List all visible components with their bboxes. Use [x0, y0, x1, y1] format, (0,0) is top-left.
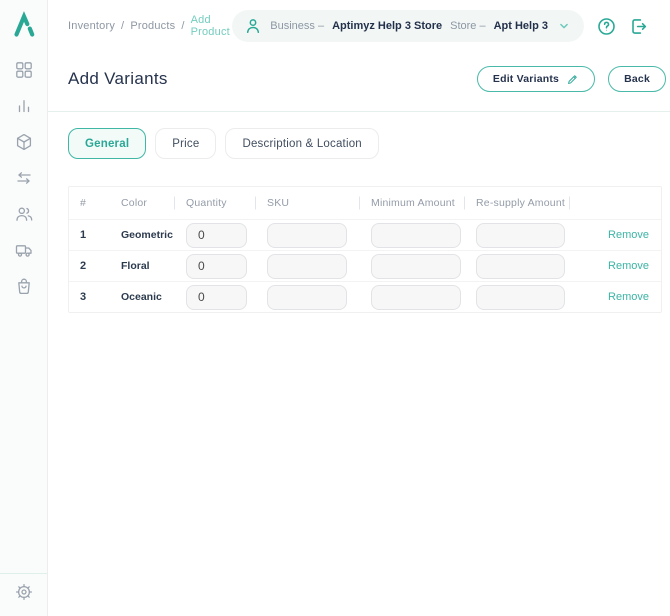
- variants-table: # Color Quantity SKU Minimum Amount Re-s…: [68, 186, 662, 313]
- column-header-resupply-amount: Re-supply Amount: [464, 197, 569, 209]
- row-color-label: Floral: [111, 260, 174, 272]
- row-index: 1: [69, 229, 111, 241]
- breadcrumb-separator: /: [121, 20, 124, 32]
- account-store-name: Apt Help 3: [494, 20, 548, 32]
- row-index: 2: [69, 260, 111, 272]
- breadcrumb-inventory[interactable]: Inventory: [68, 20, 115, 32]
- dashboard-icon: [15, 61, 33, 79]
- page-header-actions: Edit Variants Back: [477, 66, 666, 92]
- sidebar-item-orders[interactable]: [15, 277, 33, 295]
- logout-button[interactable]: [629, 17, 648, 36]
- column-header-minimum-amount: Minimum Amount: [359, 197, 464, 209]
- shopping-bag-icon: [15, 277, 33, 295]
- column-header-color: Color: [111, 197, 174, 209]
- minimum-amount-input[interactable]: [371, 254, 461, 279]
- edit-variants-label: Edit Variants: [493, 73, 559, 85]
- aptimyz-logo-icon: [11, 10, 37, 38]
- pencil-icon: [566, 73, 579, 86]
- back-button[interactable]: Back: [608, 66, 666, 92]
- breadcrumb-products[interactable]: Products: [130, 20, 175, 32]
- topbar: Inventory / Products / Add Product Busin…: [48, 0, 670, 52]
- truck-icon: [15, 241, 33, 259]
- swap-arrows-icon: [15, 169, 33, 187]
- user-icon: [244, 17, 262, 35]
- main-area: Inventory / Products / Add Product Busin…: [48, 0, 670, 616]
- tab-price[interactable]: Price: [155, 128, 216, 159]
- package-cube-icon: [15, 133, 33, 151]
- breadcrumb-add-product: Add Product: [191, 14, 233, 38]
- sidebar-item-products[interactable]: [15, 133, 33, 151]
- row-index: 3: [69, 291, 111, 303]
- resupply-amount-input[interactable]: [476, 285, 565, 310]
- people-icon: [15, 205, 33, 223]
- sku-input[interactable]: [267, 254, 347, 279]
- account-business-label: Business –: [270, 20, 324, 32]
- back-label: Back: [624, 73, 650, 85]
- tab-general[interactable]: General: [68, 128, 146, 159]
- logout-icon: [629, 17, 648, 36]
- remove-row-link[interactable]: Remove: [608, 260, 649, 272]
- account-store-label: Store –: [450, 20, 485, 32]
- breadcrumb: Inventory / Products / Add Product: [68, 14, 232, 38]
- bar-chart-icon: [15, 97, 33, 115]
- help-question-icon: [597, 17, 616, 36]
- tabs: General Price Description & Location: [48, 112, 670, 159]
- table-row: 1 Geometric Remove: [69, 219, 661, 250]
- table-row: 2 Floral Remove: [69, 250, 661, 281]
- row-color-label: Oceanic: [111, 291, 174, 303]
- sidebar-item-customers[interactable]: [15, 205, 33, 223]
- table-header-row: # Color Quantity SKU Minimum Amount Re-s…: [69, 187, 661, 219]
- help-button[interactable]: [597, 17, 616, 36]
- breadcrumb-separator: /: [181, 20, 184, 32]
- table-row: 3 Oceanic Remove: [69, 281, 661, 312]
- sidebar-footer: [0, 573, 47, 616]
- remove-row-link[interactable]: Remove: [608, 229, 649, 241]
- quantity-input[interactable]: [186, 285, 247, 310]
- account-business-name: Aptimyz Help 3 Store: [332, 20, 442, 32]
- column-header-sku: SKU: [255, 197, 359, 209]
- sidebar: [0, 0, 48, 616]
- sidebar-item-settings[interactable]: [15, 583, 33, 601]
- sku-input[interactable]: [267, 285, 347, 310]
- app-logo[interactable]: [0, 0, 47, 48]
- page-header: Add Variants Edit Variants Back: [48, 52, 670, 112]
- minimum-amount-input[interactable]: [371, 285, 461, 310]
- column-header-quantity: Quantity: [174, 197, 255, 209]
- sidebar-item-analytics[interactable]: [15, 97, 33, 115]
- quantity-input[interactable]: [186, 254, 247, 279]
- edit-variants-button[interactable]: Edit Variants: [477, 66, 595, 92]
- row-color-label: Geometric: [111, 229, 174, 241]
- app-window: Inventory / Products / Add Product Busin…: [0, 0, 670, 616]
- minimum-amount-input[interactable]: [371, 223, 461, 248]
- topbar-right: Business – Aptimyz Help 3 Store Store – …: [232, 10, 648, 42]
- page-title: Add Variants: [68, 69, 168, 89]
- tab-description-location[interactable]: Description & Location: [225, 128, 378, 159]
- sidebar-item-dashboard[interactable]: [15, 61, 33, 79]
- remove-row-link[interactable]: Remove: [608, 291, 649, 303]
- resupply-amount-input[interactable]: [476, 223, 565, 248]
- quantity-input[interactable]: [186, 223, 247, 248]
- sidebar-nav: [15, 61, 33, 295]
- column-header-index: #: [69, 197, 111, 209]
- chevron-down-icon: [556, 18, 572, 34]
- sidebar-item-transfers[interactable]: [15, 169, 33, 187]
- sku-input[interactable]: [267, 223, 347, 248]
- sidebar-item-deliveries[interactable]: [15, 241, 33, 259]
- settings-gear-icon: [15, 583, 33, 601]
- account-selector[interactable]: Business – Aptimyz Help 3 Store Store – …: [232, 10, 584, 42]
- resupply-amount-input[interactable]: [476, 254, 565, 279]
